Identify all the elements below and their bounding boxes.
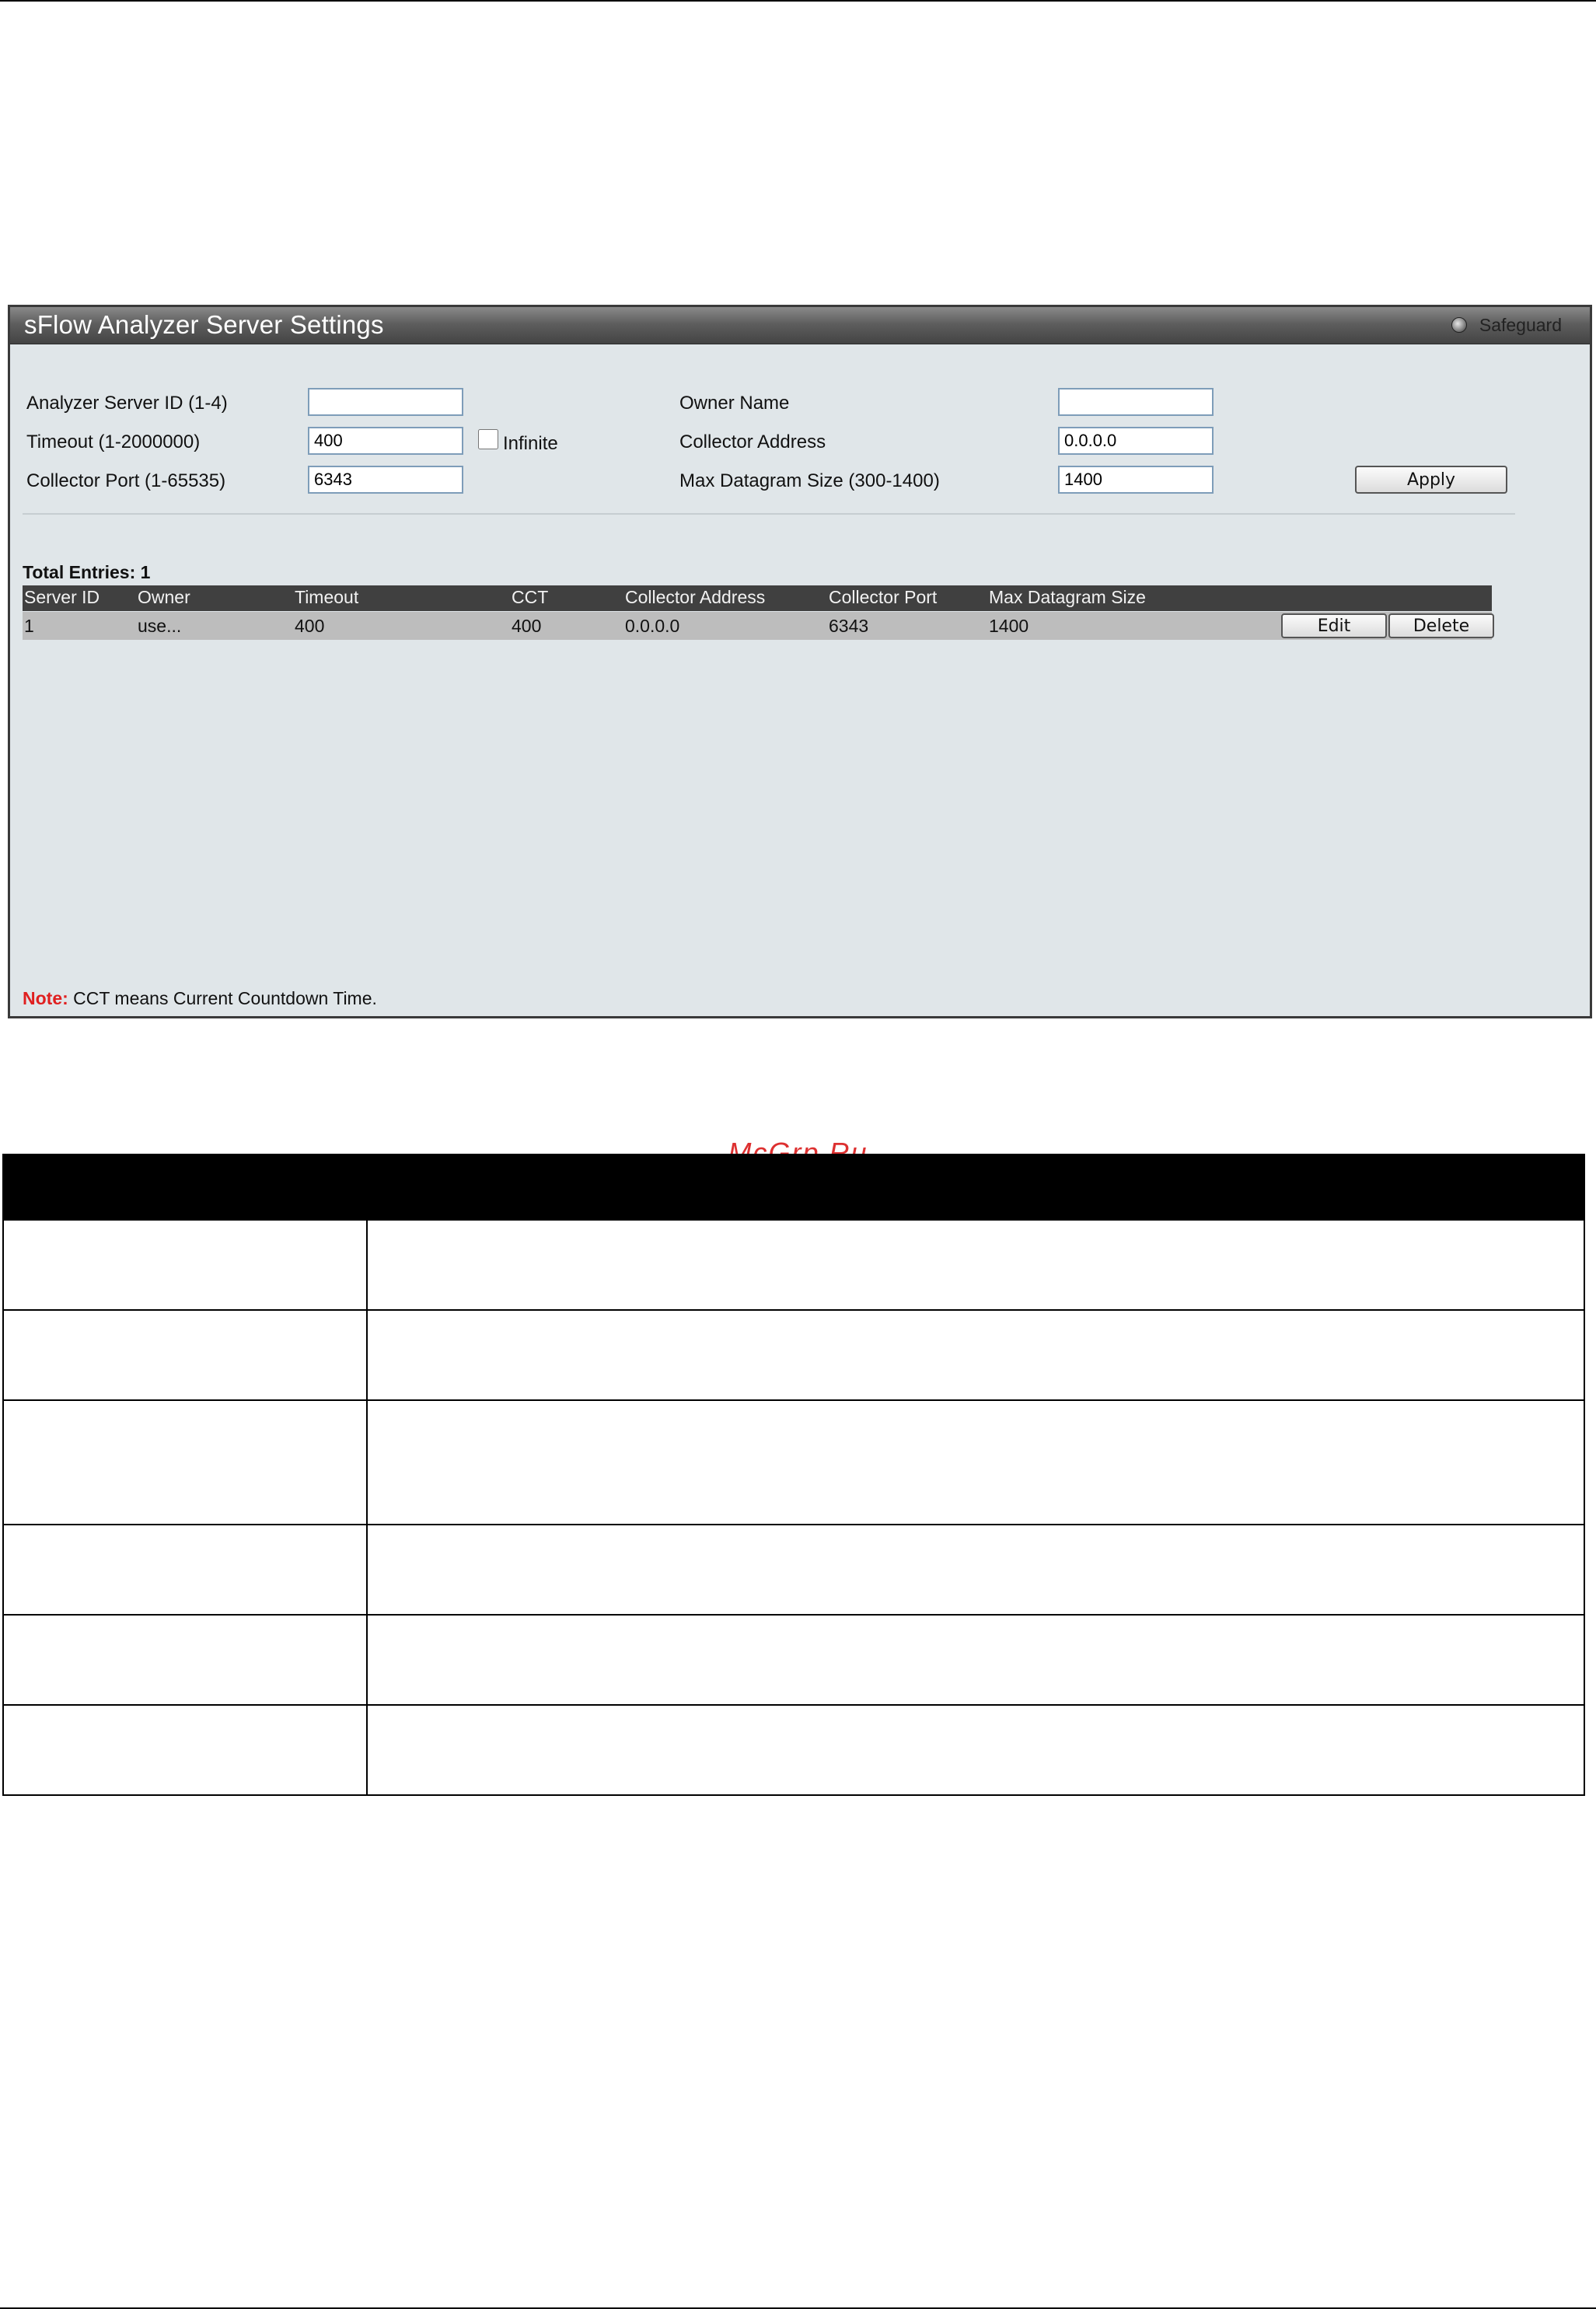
note-prefix: Note:: [23, 988, 68, 1008]
description-cell: [366, 1309, 1585, 1401]
col-server-id: Server ID: [24, 587, 100, 607]
cell-cct: 400: [512, 616, 542, 636]
table-header: Server ID Owner Timeout CCT Collector Ad…: [23, 585, 1492, 611]
analyzer-server-id-label: Analyzer Server ID (1-4): [26, 393, 228, 414]
max-datagram-size-input[interactable]: [1058, 466, 1214, 494]
collector-address-label: Collector Address: [679, 431, 826, 452]
top-rule: [0, 0, 1596, 2]
col-timeout: Timeout: [295, 587, 359, 607]
panel-header: sFlow Analyzer Server Settings Safeguard: [10, 307, 1590, 344]
collector-address-input[interactable]: [1058, 427, 1214, 455]
delete-button[interactable]: Delete: [1388, 613, 1494, 638]
parameter-cell: [2, 1309, 368, 1401]
col-owner: Owner: [138, 587, 190, 607]
parameter-cell: [2, 1219, 368, 1311]
timeout-input[interactable]: [308, 427, 463, 455]
owner-name-label: Owner Name: [679, 393, 790, 414]
parameter-description-table: [2, 1154, 1585, 1796]
table-row: [2, 1614, 1585, 1706]
description-table-header: [2, 1154, 1585, 1221]
total-entries: Total Entries: 1: [23, 562, 151, 582]
col-collector-port: Collector Port: [829, 587, 938, 607]
table-row: [2, 1399, 1585, 1525]
analyzer-server-id-input[interactable]: [308, 388, 463, 416]
section-divider: [23, 513, 1515, 515]
col-collector-address: Collector Address: [625, 587, 766, 607]
description-cell: [366, 1524, 1585, 1616]
safeguard-label: Safeguard: [1479, 314, 1562, 335]
cell-server-id: 1: [24, 616, 34, 636]
safeguard-icon: [1451, 317, 1467, 333]
table-row: [2, 1309, 1585, 1401]
parameter-cell: [2, 1399, 368, 1525]
cell-collector-port: 6343: [829, 616, 869, 636]
table-row: [2, 1704, 1585, 1796]
sflow-analyzer-panel: sFlow Analyzer Server Settings Safeguard…: [8, 305, 1592, 1018]
col-cct: CCT: [512, 587, 549, 607]
max-datagram-size-label: Max Datagram Size (300-1400): [679, 470, 940, 491]
description-cell: [366, 1614, 1585, 1706]
col-max-datagram-size: Max Datagram Size: [989, 587, 1146, 607]
timeout-label: Timeout (1-2000000): [26, 431, 201, 452]
cell-timeout: 400: [295, 616, 325, 636]
collector-port-input[interactable]: [308, 466, 463, 494]
collector-port-label: Collector Port (1-65535): [26, 470, 226, 491]
cell-owner: use...: [138, 616, 182, 636]
note: Note: CCT means Current Countdown Time.: [23, 988, 377, 1009]
table-row: 1 use... 400 400 0.0.0.0 6343 1400 Edit …: [23, 612, 1494, 640]
parameter-cell: [2, 1704, 368, 1796]
parameter-cell: [2, 1614, 368, 1706]
table-row: [2, 1219, 1585, 1311]
infinite-label: Infinite: [503, 433, 558, 454]
note-text: CCT means Current Countdown Time.: [68, 988, 377, 1008]
description-cell: [366, 1219, 1585, 1311]
cell-max-datagram-size: 1400: [989, 616, 1029, 636]
edit-button[interactable]: Edit: [1281, 613, 1387, 638]
parameter-cell: [2, 1524, 368, 1616]
owner-name-input[interactable]: [1058, 388, 1214, 416]
infinite-checkbox[interactable]: [478, 429, 498, 449]
safeguard-indicator[interactable]: Safeguard: [1451, 315, 1562, 335]
table-row: [2, 1524, 1585, 1616]
cell-collector-address: 0.0.0.0: [625, 616, 680, 636]
description-cell: [366, 1704, 1585, 1796]
apply-button[interactable]: Apply: [1355, 466, 1507, 494]
page-title: sFlow Analyzer Server Settings: [24, 310, 384, 339]
description-cell: [366, 1399, 1585, 1525]
